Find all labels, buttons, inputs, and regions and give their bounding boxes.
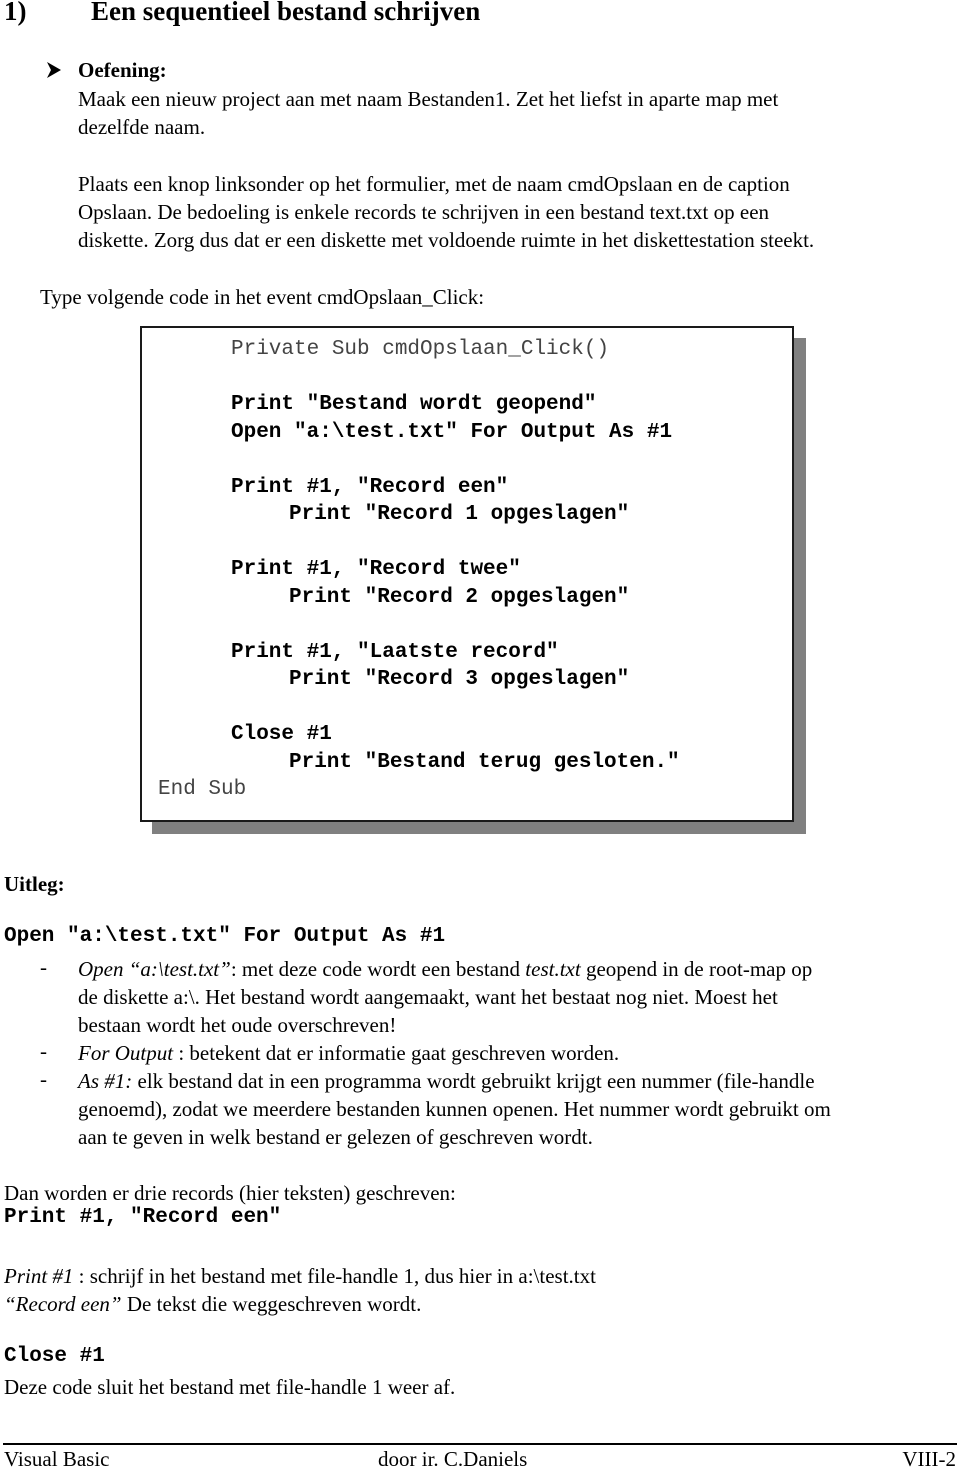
- records-intro: Dan worden er drie records (hier teksten…: [4, 1181, 456, 1205]
- uitleg-continuation: bestaan wordt het oude overschreven!: [78, 1013, 397, 1037]
- uitleg-bullet-as: As #1: elk bestand dat in een programma …: [78, 1067, 815, 1095]
- term: Open “a:\test.txt”: [78, 957, 231, 981]
- text: : schrijf in het bestand met file-handle…: [73, 1264, 596, 1288]
- code-line: Print "Bestand wordt geopend": [231, 393, 597, 416]
- footer-center: door ir. C.Daniels: [378, 1447, 528, 1471]
- term: As #1:: [78, 1069, 133, 1093]
- heading-number: 1): [4, 0, 27, 26]
- text: : met deze code wordt een bestand: [230, 957, 526, 981]
- records-explain: Print #1 : schrijf in het bestand met fi…: [4, 1262, 596, 1290]
- code-line: Private Sub cmdOpslaan_Click(): [231, 338, 610, 361]
- uitleg-code-line: Open "a:\test.txt" For Output As #1: [4, 925, 446, 948]
- exercise-line: dezelfde naam.: [78, 115, 206, 139]
- close-code-line: Close #1: [4, 1345, 105, 1368]
- code-line: Print #1, "Record twee": [231, 558, 521, 581]
- term: Print #1: [4, 1264, 74, 1288]
- code-line: Print "Record 2 opgeslagen": [289, 585, 630, 609]
- bullet-dash: -: [40, 1039, 47, 1063]
- page-title: Een sequentieel bestand schrijven: [91, 0, 481, 26]
- uitleg-continuation: de diskette a:\. Het bestand wordt aange…: [78, 985, 778, 1009]
- footer-left: Visual Basic: [4, 1447, 110, 1471]
- text: geopend in de root-map op: [580, 957, 813, 981]
- code-line: Open "a:\test.txt" For Output As #1: [231, 420, 673, 444]
- footer-page-number: VIII-2: [902, 1447, 956, 1471]
- code-line: Print "Record 1 opgeslagen": [289, 503, 630, 526]
- filename: test.txt: [525, 957, 581, 981]
- uitleg-label: Uitleg:: [4, 872, 65, 896]
- exercise-line: Plaats een knop linksonder op het formul…: [78, 172, 790, 196]
- exercise-label: Oefening:: [78, 58, 167, 82]
- exercise-line: diskette. Zorg dus dat er een diskette m…: [78, 228, 815, 252]
- records-explain: “Record een” De tekst die weggeschreven …: [4, 1290, 421, 1318]
- exercise-line: Maak een nieuw project aan met naam Best…: [78, 87, 779, 111]
- term: For Output: [78, 1041, 174, 1065]
- uitleg-continuation: aan te geven in welk bestand er gelezen …: [78, 1125, 593, 1149]
- code-line: End Sub: [158, 778, 247, 801]
- footer-divider: [3, 1443, 957, 1445]
- uitleg-bullet-for-output: For Output : betekent dat er informatie …: [78, 1039, 619, 1067]
- bullet-dash: -: [40, 1067, 47, 1091]
- close-text: Deze code sluit het bestand met file-han…: [4, 1375, 456, 1399]
- code-line: Print #1, "Laatste record": [231, 640, 559, 664]
- uitleg-continuation: genoemd), zodat we meerdere bestanden ku…: [78, 1097, 831, 1121]
- text: De tekst die weggeschreven wordt.: [121, 1292, 422, 1316]
- code-line: Print "Record 3 opgeslagen": [289, 668, 630, 691]
- code-line: Close #1: [231, 723, 332, 746]
- intro-text: Type volgende code in het event cmdOpsla…: [40, 285, 485, 309]
- uitleg-bullet-open: Open “a:\test.txt”: met deze code wordt …: [78, 955, 812, 983]
- bullet-dash: -: [40, 955, 47, 979]
- exercise-line: Opslaan. De bedoeling is enkele records …: [78, 200, 770, 224]
- code-line: Print "Bestand terug gesloten.": [289, 750, 680, 774]
- code-line: Print #1, "Record een": [231, 475, 509, 499]
- text: elk bestand dat in een programma wordt g…: [132, 1069, 815, 1093]
- text: : betekent dat er informatie gaat geschr…: [173, 1041, 620, 1065]
- term: “Record een”: [4, 1292, 122, 1316]
- arrowhead-bullet-icon: [47, 62, 61, 78]
- records-code-line: Print #1, "Record een": [4, 1206, 282, 1229]
